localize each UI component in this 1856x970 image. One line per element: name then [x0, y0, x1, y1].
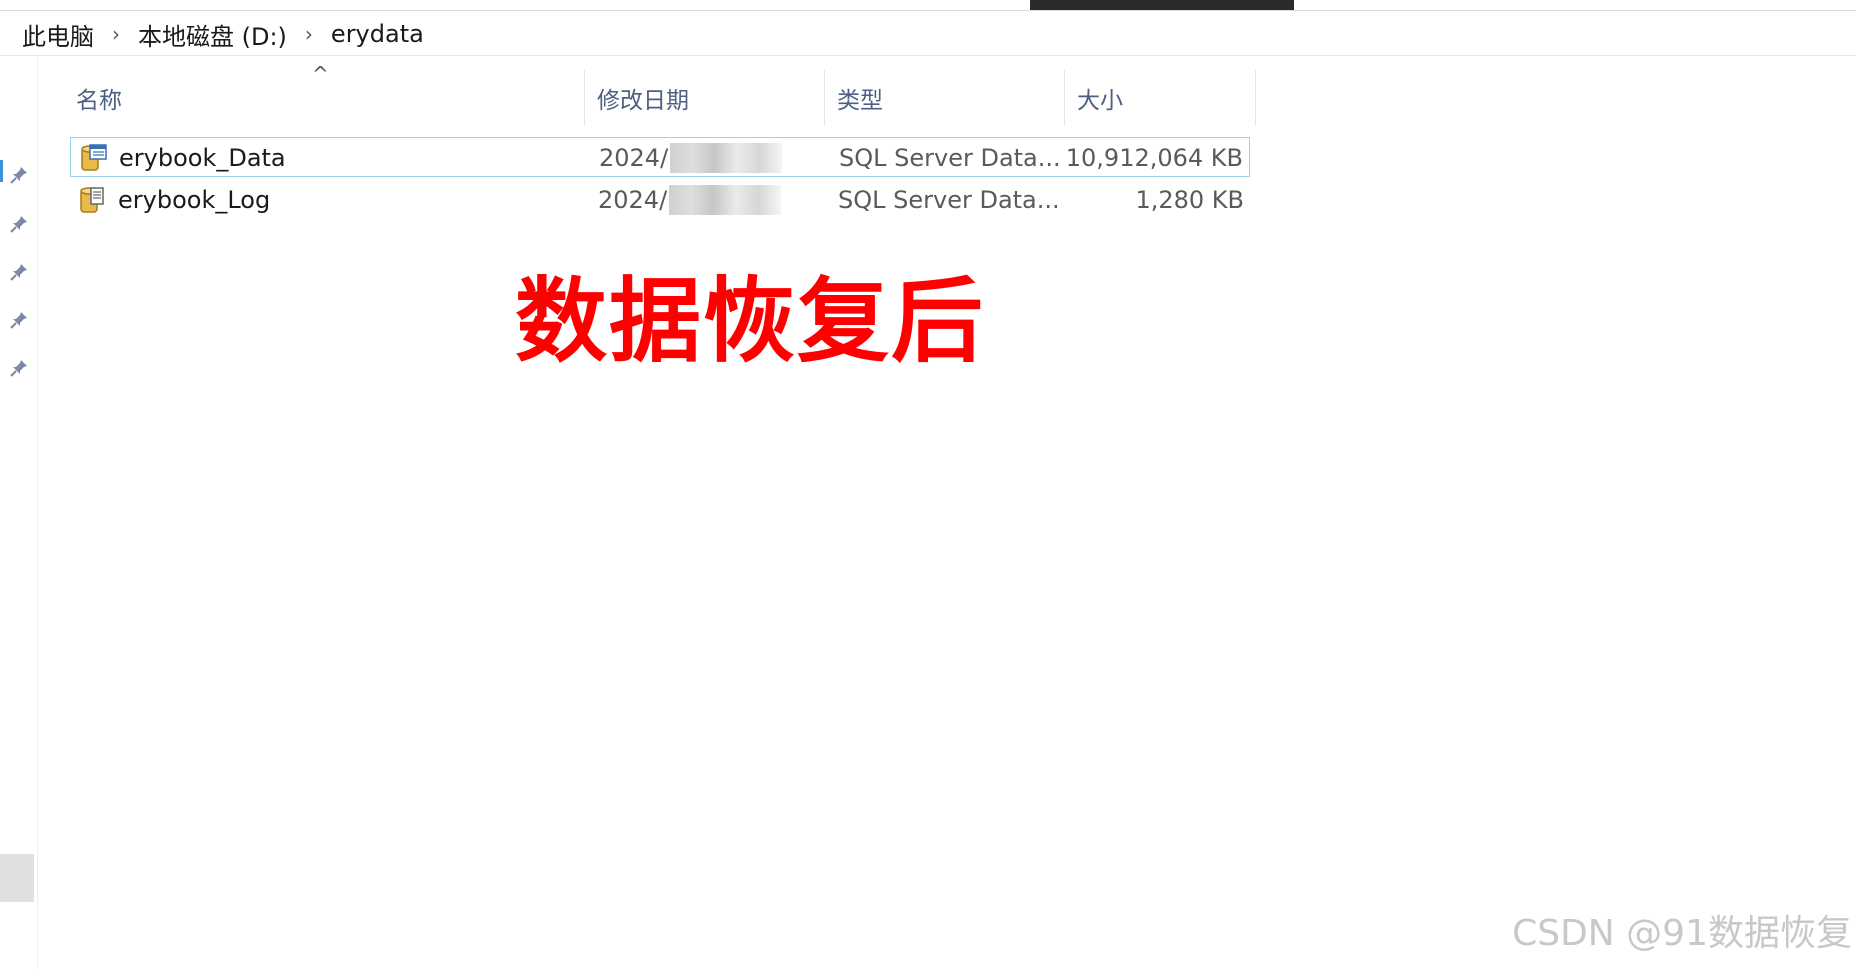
breadcrumb-this-pc[interactable]: 此电脑 — [18, 17, 98, 52]
nav-selection-accent — [0, 160, 3, 182]
file-row[interactable]: erybook_Log 2024/ SQL Server Data... 1,2… — [70, 180, 1250, 220]
file-modified: 2024/ — [598, 186, 668, 214]
redacted-date — [670, 143, 783, 173]
file-modified-cell: 2024/ — [599, 138, 783, 178]
sql-log-file-icon — [80, 187, 104, 213]
file-type: SQL Server Data... — [838, 186, 1060, 214]
column-header-modified[interactable]: 修改日期 — [585, 70, 824, 126]
breadcrumb-local-disk-d[interactable]: 本地磁盘 (D:) — [134, 17, 291, 52]
chevron-right-icon[interactable]: › — [291, 22, 327, 46]
navigation-pane — [0, 56, 38, 970]
column-divider[interactable] — [1255, 70, 1256, 126]
watermark: CSDN @91数据恢复 — [1512, 913, 1852, 954]
file-name[interactable]: erybook_Log — [118, 186, 270, 214]
file-modified-cell: 2024/ — [598, 180, 782, 220]
overlay-label: 数据恢复后 — [515, 267, 986, 375]
file-row[interactable]: erybook_Data 2024/ SQL Server Data... 10… — [70, 137, 1250, 177]
file-explorer-window: 此电脑 › 本地磁盘 (D:) › erydata ^ 名称 修改日期 类型 大… — [0, 0, 1856, 970]
file-size: 10,912,064 KB — [1065, 144, 1243, 172]
pin-icon[interactable] — [8, 213, 30, 235]
breadcrumb-erydata[interactable]: erydata — [327, 20, 428, 48]
breadcrumb: 此电脑 › 本地磁盘 (D:) › erydata — [18, 17, 428, 52]
address-bar[interactable]: 此电脑 › 本地磁盘 (D:) › erydata — [0, 10, 1856, 56]
file-name-cell: erybook_Log — [76, 180, 270, 220]
file-type: SQL Server Data... — [839, 144, 1061, 172]
column-header-name[interactable]: 名称 — [64, 70, 584, 126]
scrollbar-thumb[interactable] — [0, 854, 34, 902]
pin-icon[interactable] — [8, 357, 30, 379]
file-modified: 2024/ — [599, 144, 669, 172]
file-name[interactable]: erybook_Data — [119, 144, 286, 172]
pin-icon[interactable] — [8, 309, 30, 331]
pin-icon[interactable] — [8, 164, 30, 186]
sql-data-file-icon — [81, 144, 107, 171]
redacted-date — [669, 185, 782, 215]
column-header-type[interactable]: 类型 — [825, 70, 1065, 126]
file-name-cell: erybook_Data — [77, 138, 286, 178]
pin-icon[interactable] — [8, 261, 30, 283]
column-header-size[interactable]: 大小 — [1065, 70, 1255, 126]
file-size: 1,280 KB — [1135, 186, 1244, 214]
chevron-right-icon[interactable]: › — [98, 22, 134, 46]
